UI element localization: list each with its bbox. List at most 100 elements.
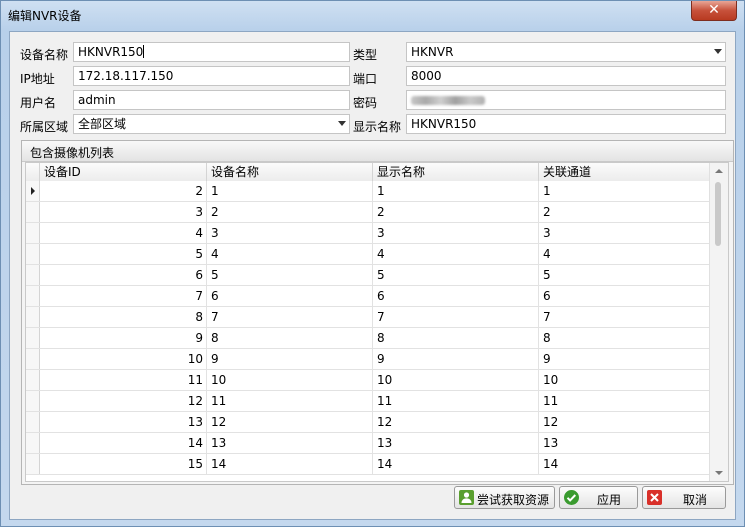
row-indicator[interactable] [26, 328, 40, 348]
vertical-scrollbar[interactable] [709, 163, 728, 481]
cell-channel[interactable]: 8 [539, 328, 710, 348]
area-select[interactable]: 全部区域 [73, 114, 350, 134]
table-row[interactable]: 7666 [26, 286, 710, 307]
apply-button[interactable]: 应用 [559, 486, 638, 509]
ip-input[interactable]: 172.18.117.150 [73, 66, 350, 86]
cell-display-name[interactable]: 8 [373, 328, 539, 348]
cell-device-name[interactable]: 9 [207, 349, 373, 369]
row-indicator[interactable] [26, 412, 40, 432]
cell-channel[interactable]: 2 [539, 202, 710, 222]
table-row[interactable]: 10 9 9 9 [26, 349, 710, 370]
cell-device-id[interactable]: 13 [40, 412, 207, 432]
cell-device-id[interactable]: 4 [40, 223, 207, 243]
cell-device-name[interactable]: 1 [207, 181, 373, 201]
cell-device-name[interactable]: 8 [207, 328, 373, 348]
cell-device-id[interactable]: 5 [40, 244, 207, 264]
row-indicator[interactable] [26, 454, 40, 474]
row-indicator[interactable] [26, 391, 40, 411]
cell-channel[interactable]: 10 [539, 370, 710, 390]
cell-device-id[interactable]: 2 [40, 181, 207, 201]
cell-channel[interactable]: 9 [539, 349, 710, 369]
cell-channel[interactable]: 11 [539, 391, 710, 411]
column-header-device-id[interactable]: 设备ID [40, 163, 207, 181]
table-row[interactable]: 13 12 12 12 [26, 412, 710, 433]
cell-device-id[interactable]: 3 [40, 202, 207, 222]
table-row[interactable]: 6555 [26, 265, 710, 286]
cell-display-name[interactable]: 10 [373, 370, 539, 390]
cell-device-name[interactable]: 10 [207, 370, 373, 390]
cell-channel[interactable]: 12 [539, 412, 710, 432]
cell-channel[interactable]: 14 [539, 454, 710, 474]
cell-device-id[interactable]: 12 [40, 391, 207, 411]
device-name-input[interactable]: HKNVR150 [73, 42, 350, 62]
cell-device-id[interactable]: 9 [40, 328, 207, 348]
row-indicator[interactable] [26, 433, 40, 453]
cell-device-id[interactable]: 7 [40, 286, 207, 306]
cell-display-name[interactable]: 6 [373, 286, 539, 306]
cell-device-id[interactable]: 6 [40, 265, 207, 285]
cell-device-name[interactable]: 11 [207, 391, 373, 411]
cell-device-name[interactable]: 13 [207, 433, 373, 453]
cell-device-name[interactable]: 4 [207, 244, 373, 264]
cell-device-name[interactable]: 6 [207, 286, 373, 306]
table-row[interactable]: 15 14 14 14 [26, 454, 710, 475]
cell-display-name[interactable]: 2 [373, 202, 539, 222]
cell-display-name[interactable]: 9 [373, 349, 539, 369]
cell-device-name[interactable]: 12 [207, 412, 373, 432]
table-row[interactable]: 3222 [26, 202, 710, 223]
cell-device-id[interactable]: 14 [40, 433, 207, 453]
column-header-channel[interactable]: 关联通道 [539, 163, 710, 181]
cell-channel[interactable]: 13 [539, 433, 710, 453]
table-row[interactable]: 5444 [26, 244, 710, 265]
cell-device-name[interactable]: 5 [207, 265, 373, 285]
cell-display-name[interactable]: 3 [373, 223, 539, 243]
table-row[interactable]: 4333 [26, 223, 710, 244]
row-indicator[interactable] [26, 349, 40, 369]
row-indicator[interactable] [26, 223, 40, 243]
port-input[interactable]: 8000 [406, 66, 726, 86]
cell-device-id[interactable]: 10 [40, 349, 207, 369]
try-fetch-resources-button[interactable]: 尝试获取资源 [454, 486, 555, 509]
password-input[interactable] [406, 90, 726, 110]
scroll-up-icon[interactable] [715, 169, 723, 173]
cell-device-name[interactable]: 7 [207, 307, 373, 327]
user-input[interactable]: admin [73, 90, 350, 110]
table-row[interactable]: 2111 [26, 181, 710, 202]
row-indicator[interactable] [26, 370, 40, 390]
cell-channel[interactable]: 6 [539, 286, 710, 306]
cell-display-name[interactable]: 4 [373, 244, 539, 264]
cell-display-name[interactable]: 1 [373, 181, 539, 201]
type-select[interactable]: HKNVR [406, 42, 726, 62]
cell-display-name[interactable]: 13 [373, 433, 539, 453]
cell-device-id[interactable]: 8 [40, 307, 207, 327]
cell-display-name[interactable]: 5 [373, 265, 539, 285]
cancel-button[interactable]: 取消 [642, 486, 726, 509]
cell-device-name[interactable]: 2 [207, 202, 373, 222]
row-indicator[interactable] [26, 307, 40, 327]
cell-channel[interactable]: 1 [539, 181, 710, 201]
table-row[interactable]: 8777 [26, 307, 710, 328]
cell-display-name[interactable]: 12 [373, 412, 539, 432]
row-indicator[interactable] [26, 286, 40, 306]
cell-channel[interactable]: 4 [539, 244, 710, 264]
cell-channel[interactable]: 7 [539, 307, 710, 327]
title-bar[interactable]: 编辑NVR设备 ✕ [1, 1, 744, 29]
cell-device-name[interactable]: 3 [207, 223, 373, 243]
row-indicator[interactable] [26, 181, 40, 201]
table-row[interactable]: 11 10 10 10 [26, 370, 710, 391]
display-name-input[interactable]: HKNVR150 [406, 114, 726, 134]
row-indicator[interactable] [26, 265, 40, 285]
column-header-display-name[interactable]: 显示名称 [373, 163, 539, 181]
row-indicator[interactable] [26, 244, 40, 264]
row-indicator[interactable] [26, 202, 40, 222]
cell-channel[interactable]: 5 [539, 265, 710, 285]
table-row[interactable]: 12 11 11 11 [26, 391, 710, 412]
camera-grid[interactable]: 设备ID 设备名称 显示名称 关联通道 21113222433354446555… [25, 162, 729, 482]
scroll-thumb[interactable] [715, 182, 721, 246]
table-row[interactable]: 14 13 13 13 [26, 433, 710, 454]
cell-device-id[interactable]: 15 [40, 454, 207, 474]
scroll-down-icon[interactable] [715, 471, 723, 475]
cell-display-name[interactable]: 7 [373, 307, 539, 327]
cell-channel[interactable]: 3 [539, 223, 710, 243]
cell-display-name[interactable]: 11 [373, 391, 539, 411]
